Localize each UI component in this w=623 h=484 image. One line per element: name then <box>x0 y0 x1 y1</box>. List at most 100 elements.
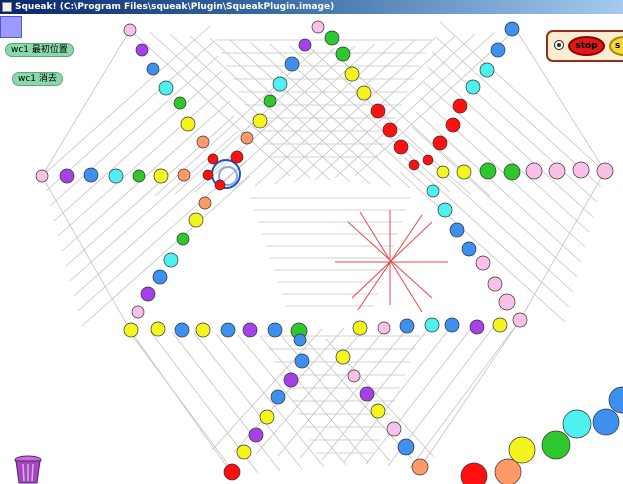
marble-pink[interactable] <box>596 162 614 180</box>
trash-can-icon[interactable] <box>12 454 44 484</box>
marble-blue[interactable] <box>174 322 190 338</box>
marble-green[interactable] <box>503 163 521 181</box>
marble-purple[interactable] <box>59 168 75 184</box>
marble-yellow[interactable] <box>188 212 204 228</box>
marble-red[interactable] <box>230 150 244 164</box>
marble-red[interactable] <box>223 463 241 481</box>
marble-blue[interactable] <box>461 241 477 257</box>
marble-pink[interactable] <box>131 305 145 319</box>
marble-yellow[interactable] <box>492 317 508 333</box>
marble-cyan[interactable] <box>163 252 179 268</box>
marble-orange[interactable] <box>411 458 429 476</box>
marble-red[interactable] <box>460 462 488 484</box>
marble-yellow[interactable] <box>436 165 450 179</box>
marble-pink[interactable] <box>572 161 590 179</box>
marble-purple[interactable] <box>135 43 149 57</box>
marble-pink[interactable] <box>123 23 137 37</box>
marble-blue[interactable] <box>449 222 465 238</box>
marble-pink[interactable] <box>347 369 361 383</box>
marble-cyan[interactable] <box>437 202 453 218</box>
marble-yellow[interactable] <box>259 409 275 425</box>
marble-purple[interactable] <box>469 319 485 335</box>
marble-blue[interactable] <box>267 322 283 338</box>
marble-yellow[interactable] <box>180 116 196 132</box>
marble-yellow[interactable] <box>352 320 368 336</box>
marble-red[interactable] <box>452 98 468 114</box>
marble-red[interactable] <box>422 154 434 166</box>
marble-yellow[interactable] <box>123 322 139 338</box>
marble-cyan[interactable] <box>562 409 592 439</box>
marble-yellow[interactable] <box>356 85 372 101</box>
marble-yellow[interactable] <box>344 66 360 82</box>
marble-cyan[interactable] <box>479 62 495 78</box>
marble-orange[interactable] <box>494 458 522 484</box>
marble-red[interactable] <box>382 122 398 138</box>
marble-blue[interactable] <box>284 56 300 72</box>
marble-blue[interactable] <box>397 438 415 456</box>
marble-green[interactable] <box>263 94 277 108</box>
marble-yellow[interactable] <box>335 349 351 365</box>
marble-pink[interactable] <box>35 169 49 183</box>
marble-cyan[interactable] <box>272 76 288 92</box>
marble-blue[interactable] <box>293 333 307 347</box>
step-button[interactable]: s <box>609 36 623 56</box>
marble-blue[interactable] <box>608 386 623 414</box>
marble-yellow[interactable] <box>252 113 268 129</box>
marble-pink[interactable] <box>548 162 566 180</box>
marble-yellow[interactable] <box>508 436 536 464</box>
marble-red[interactable] <box>408 159 420 171</box>
marble-blue[interactable] <box>294 353 310 369</box>
marble-green[interactable] <box>176 232 190 246</box>
marble-red[interactable] <box>202 169 214 181</box>
marble-blue[interactable] <box>83 167 99 183</box>
marble-green[interactable] <box>541 430 571 460</box>
erase-button[interactable]: wc1 消去 <box>12 72 63 86</box>
marble-cyan[interactable] <box>424 317 440 333</box>
marble-red[interactable] <box>393 139 409 155</box>
marble-blue[interactable] <box>270 389 286 405</box>
marble-purple[interactable] <box>298 38 312 52</box>
marble-green[interactable] <box>173 96 187 110</box>
marble-purple[interactable] <box>359 386 375 402</box>
marble-cyan[interactable] <box>465 79 481 95</box>
marble-blue[interactable] <box>146 62 160 76</box>
marble-pink[interactable] <box>512 312 528 328</box>
marble-cyan[interactable] <box>426 184 440 198</box>
marble-blue[interactable] <box>490 42 506 58</box>
marble-orange[interactable] <box>198 196 212 210</box>
initial-position-button[interactable]: wc1 最初位置 <box>5 43 74 57</box>
marble-pieces[interactable] <box>35 20 623 484</box>
marble-blue[interactable] <box>220 322 236 338</box>
marble-yellow[interactable] <box>153 168 169 184</box>
marble-blue[interactable] <box>592 408 620 436</box>
marble-red[interactable] <box>214 179 226 191</box>
marble-green[interactable] <box>335 46 351 62</box>
marble-green[interactable] <box>479 162 497 180</box>
marble-purple[interactable] <box>140 286 156 302</box>
marble-red[interactable] <box>445 117 461 133</box>
marble-yellow[interactable] <box>150 321 166 337</box>
marble-red[interactable] <box>370 103 386 119</box>
marble-orange[interactable] <box>196 135 210 149</box>
marble-pink[interactable] <box>377 321 391 335</box>
marble-pink[interactable] <box>525 162 543 180</box>
marble-purple[interactable] <box>283 372 299 388</box>
marble-yellow[interactable] <box>195 322 211 338</box>
marble-red[interactable] <box>207 153 219 165</box>
marble-cyan[interactable] <box>108 168 124 184</box>
marble-pink[interactable] <box>311 20 325 34</box>
marble-yellow[interactable] <box>236 444 252 460</box>
marble-orange[interactable] <box>240 131 254 145</box>
marble-blue[interactable] <box>504 21 520 37</box>
marble-pink[interactable] <box>487 276 503 292</box>
marble-purple[interactable] <box>248 427 264 443</box>
marble-blue[interactable] <box>152 269 168 285</box>
marble-blue[interactable] <box>444 317 460 333</box>
marble-blue[interactable] <box>399 318 415 334</box>
marble-red[interactable] <box>432 135 448 151</box>
marble-pink[interactable] <box>475 255 491 271</box>
marble-pink[interactable] <box>498 293 516 311</box>
marble-green[interactable] <box>324 30 340 46</box>
marble-green[interactable] <box>132 169 146 183</box>
radio-icon[interactable] <box>554 40 564 50</box>
